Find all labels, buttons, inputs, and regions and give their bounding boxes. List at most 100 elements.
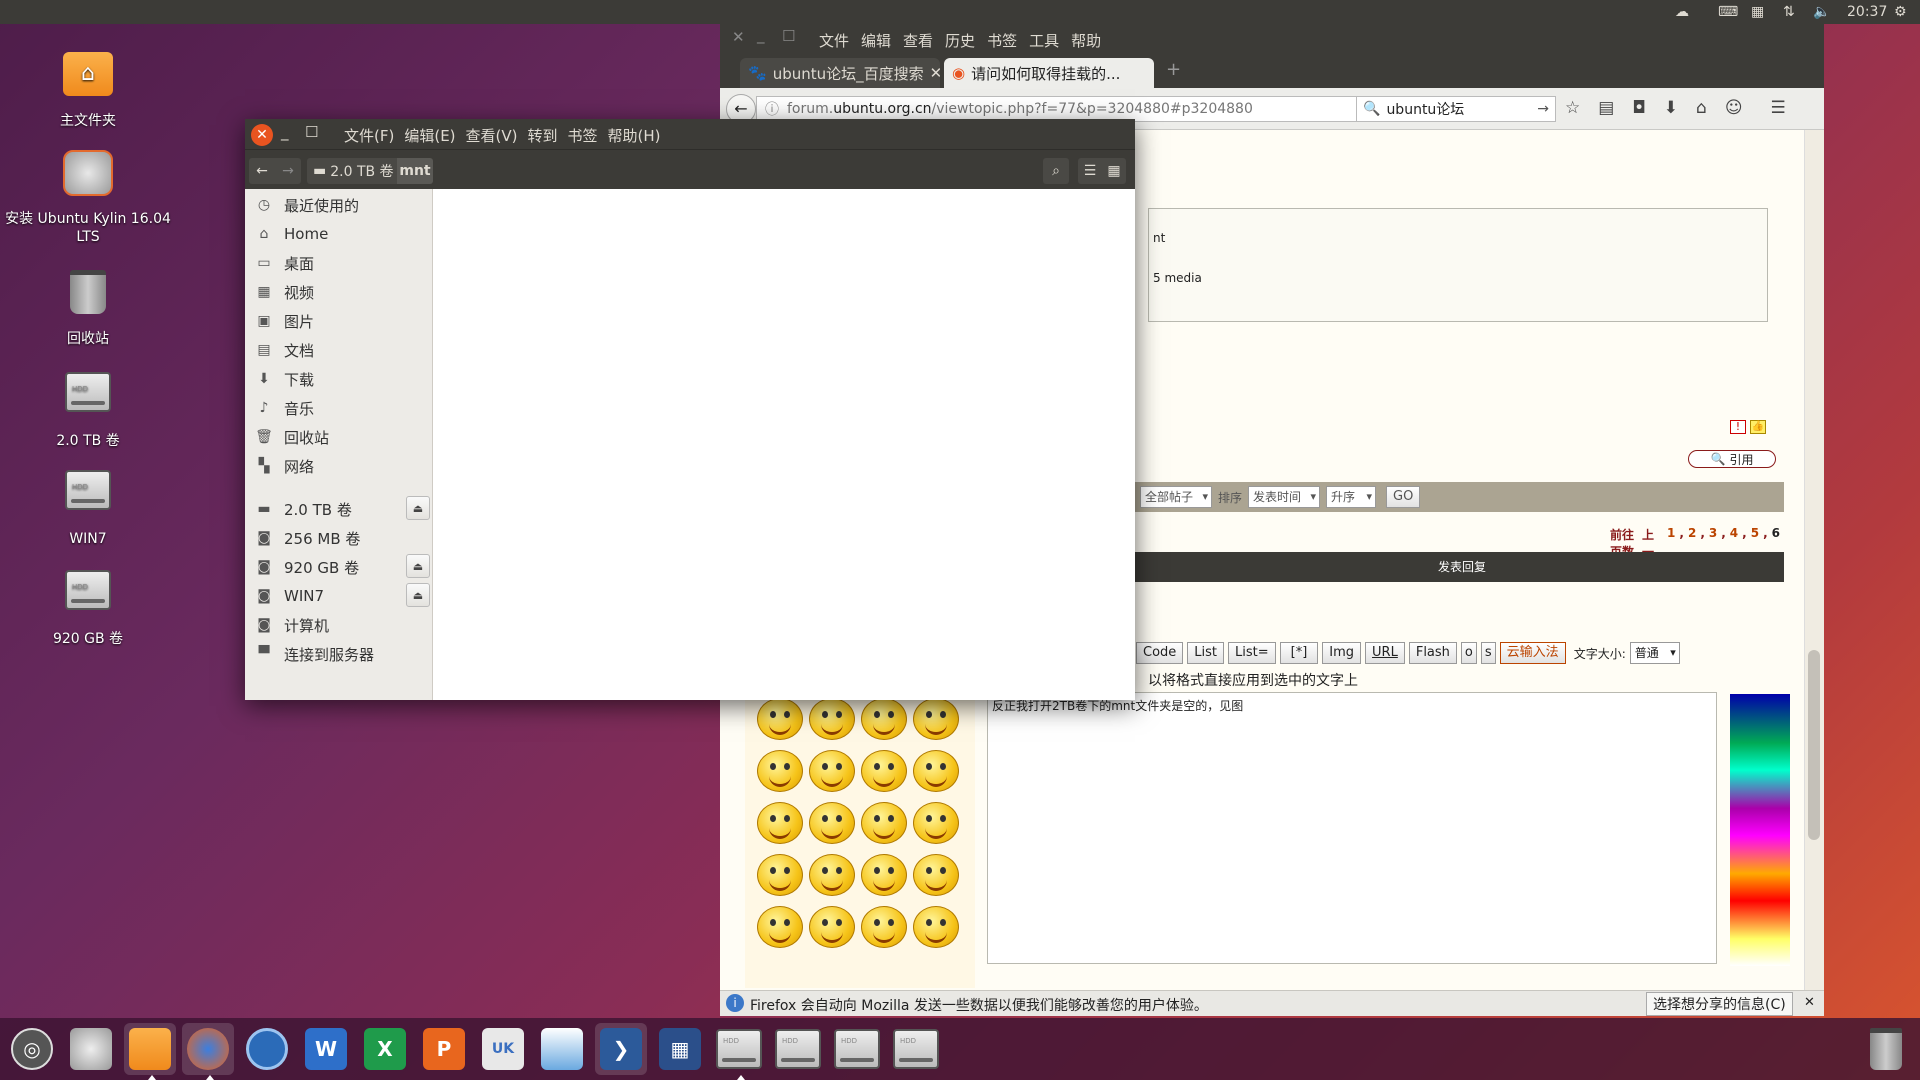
go-button[interactable]: GO bbox=[1386, 486, 1421, 508]
minimize-icon[interactable]: _ bbox=[281, 123, 289, 141]
tab-forum[interactable]: ◉ 请问如何取得挂载的... bbox=[944, 58, 1154, 88]
sidebar-item-win7[interactable]: ◙ WIN7 ⏏ bbox=[245, 583, 433, 608]
calendar-icon[interactable]: ▦ bbox=[1751, 3, 1764, 21]
network-icon[interactable]: ⇅ bbox=[1783, 3, 1795, 21]
menu-file[interactable]: 文件(F) bbox=[344, 125, 394, 146]
grid-view-icon[interactable]: ▦ bbox=[1102, 158, 1126, 184]
forward-icon[interactable]: → bbox=[275, 158, 301, 184]
file-view[interactable] bbox=[434, 189, 1135, 700]
menu-view[interactable]: 查看(V) bbox=[466, 125, 518, 146]
cloud-icon[interactable]: ☁ bbox=[1675, 3, 1689, 21]
sidebar-item-computer[interactable]: ◙ 计算机 bbox=[245, 613, 433, 637]
smiley-icon[interactable] bbox=[809, 750, 855, 792]
maximize-icon[interactable]: ☐ bbox=[305, 123, 318, 141]
eject-icon[interactable]: ⏏ bbox=[406, 554, 430, 578]
menu-bookmarks[interactable]: 书签 bbox=[568, 125, 598, 146]
home-icon[interactable]: ⌂ bbox=[1696, 98, 1707, 118]
cloud-ime-button[interactable]: 云输入法 bbox=[1499, 642, 1566, 664]
thumbs-up-icon[interactable]: 👍 bbox=[1750, 420, 1766, 434]
post-textarea[interactable]: 反正我打开2TB卷下的mnt文件夹是空的，见图 bbox=[987, 692, 1717, 964]
desktop-icon-win7[interactable]: WIN7 bbox=[0, 462, 176, 548]
report-icon[interactable]: ! bbox=[1730, 420, 1746, 434]
sidebar-item-music[interactable]: ♪ 音乐 bbox=[245, 396, 433, 420]
hamburger-menu-icon[interactable]: ☰ bbox=[1771, 98, 1786, 118]
menu-view[interactable]: 查看 bbox=[903, 30, 933, 51]
url-button[interactable]: URL bbox=[1365, 642, 1405, 664]
s-button[interactable]: s bbox=[1480, 642, 1496, 664]
flash-button[interactable]: Flash bbox=[1408, 642, 1457, 664]
code-button[interactable]: Code bbox=[1136, 642, 1184, 664]
menu-edit[interactable]: 编辑 bbox=[861, 30, 891, 51]
keyboard-icon[interactable]: ⌨ bbox=[1718, 3, 1738, 21]
menu-help[interactable]: 帮助(H) bbox=[608, 125, 661, 146]
smiley-icon[interactable] bbox=[757, 906, 803, 948]
launcher-files[interactable] bbox=[124, 1023, 176, 1080]
launcher-drive-3[interactable] bbox=[831, 1023, 883, 1075]
launcher-dash[interactable]: ◎ bbox=[6, 1023, 58, 1075]
smiley-icon[interactable] bbox=[913, 802, 959, 844]
color-palette[interactable] bbox=[1730, 694, 1790, 966]
chat-icon[interactable]: ☺ bbox=[1725, 98, 1743, 118]
launcher-drive-4[interactable] bbox=[890, 1023, 942, 1075]
sidebar-item-videos[interactable]: ▦ 视频 bbox=[245, 280, 433, 304]
smiley-icon[interactable] bbox=[809, 854, 855, 896]
list-ordered-button[interactable]: List= bbox=[1228, 642, 1276, 664]
sidebar-item-downloads[interactable]: ⬇ 下载 bbox=[245, 367, 433, 391]
menu-bookmarks[interactable]: 书签 bbox=[987, 30, 1017, 51]
smiley-icon[interactable] bbox=[757, 802, 803, 844]
launcher-terminal[interactable]: ❯ bbox=[595, 1023, 647, 1075]
scrollbar[interactable] bbox=[1804, 130, 1824, 990]
go-arrow-icon[interactable]: → bbox=[1537, 101, 1549, 117]
sidebar-item-documents[interactable]: ▤ 文档 bbox=[245, 338, 433, 362]
sort-order-select[interactable]: 升序 bbox=[1326, 486, 1377, 508]
new-tab-icon[interactable]: + bbox=[1166, 59, 1181, 80]
list-button[interactable]: List bbox=[1187, 642, 1225, 664]
smiley-icon[interactable] bbox=[861, 854, 907, 896]
clock[interactable]: 20:37 bbox=[1847, 3, 1887, 21]
pocket-icon[interactable]: ◘ bbox=[1632, 98, 1645, 118]
close-icon[interactable]: ✕ bbox=[1804, 995, 1815, 1010]
download-icon[interactable]: ⬇ bbox=[1664, 98, 1678, 118]
reading-list-icon[interactable]: ▤ bbox=[1598, 98, 1614, 118]
close-icon[interactable]: ✕ bbox=[251, 124, 273, 146]
desktop-icon-2tb[interactable]: 2.0 TB 卷 bbox=[0, 364, 176, 450]
launcher-workspaces[interactable]: ▦ bbox=[654, 1023, 706, 1075]
smiley-icon[interactable] bbox=[861, 802, 907, 844]
launcher-spreadsheet[interactable]: X bbox=[359, 1023, 411, 1075]
smiley-icon[interactable] bbox=[913, 906, 959, 948]
smiley-icon[interactable] bbox=[913, 750, 959, 792]
search-icon[interactable]: ⌕ bbox=[1043, 158, 1069, 184]
sidebar-item-2tb[interactable]: ▬ 2.0 TB 卷 ⏏ bbox=[245, 496, 433, 521]
sidebar-item-trash[interactable]: 🗑 回收站 bbox=[245, 425, 433, 449]
menu-go[interactable]: 转到 bbox=[528, 125, 558, 146]
menu-tools[interactable]: 工具 bbox=[1029, 30, 1059, 51]
sidebar-item-connect-server[interactable]: ▀ 连接到服务器 bbox=[245, 642, 433, 666]
launcher-trash[interactable] bbox=[1860, 1023, 1912, 1075]
smiley-icon[interactable] bbox=[861, 750, 907, 792]
smiley-icon[interactable] bbox=[861, 906, 907, 948]
filter-select[interactable]: 全部帖子 bbox=[1140, 486, 1212, 508]
menu-history[interactable]: 历史 bbox=[945, 30, 975, 51]
smiley-icon[interactable] bbox=[757, 854, 803, 896]
close-icon[interactable]: ✕ bbox=[930, 64, 940, 82]
smiley-icon[interactable] bbox=[861, 698, 907, 740]
gear-icon[interactable]: ⚙ bbox=[1894, 3, 1907, 21]
info-icon[interactable]: ⓘ bbox=[765, 99, 779, 119]
menu-edit[interactable]: 编辑(E) bbox=[404, 125, 455, 146]
sidebar-item-256mb[interactable]: ◙ 256 MB 卷 bbox=[245, 526, 433, 550]
desktop-icon-home[interactable]: ⌂ 主文件夹 bbox=[0, 46, 176, 130]
launcher-installer[interactable] bbox=[65, 1023, 117, 1075]
eject-icon[interactable]: ⏏ bbox=[406, 496, 430, 520]
sidebar-item-network[interactable]: ▚ 网络 bbox=[245, 454, 433, 478]
launcher-drive-1[interactable] bbox=[713, 1023, 765, 1080]
sidebar-item-pictures[interactable]: ▣ 图片 bbox=[245, 309, 433, 333]
desktop-icon-trash[interactable]: 回收站 bbox=[0, 264, 176, 348]
desktop-icon-installer[interactable]: 安装 Ubuntu Kylin 16.04 LTS bbox=[0, 146, 176, 246]
launcher-browser[interactable] bbox=[241, 1023, 293, 1075]
sidebar-item-recent[interactable]: ◷ 最近使用的 bbox=[245, 193, 433, 217]
img-button[interactable]: Img bbox=[1322, 642, 1362, 664]
smiley-icon[interactable] bbox=[809, 906, 855, 948]
smiley-icon[interactable] bbox=[757, 698, 803, 740]
launcher-firefox[interactable] bbox=[182, 1023, 234, 1080]
launcher-disk-tool[interactable] bbox=[536, 1023, 588, 1075]
